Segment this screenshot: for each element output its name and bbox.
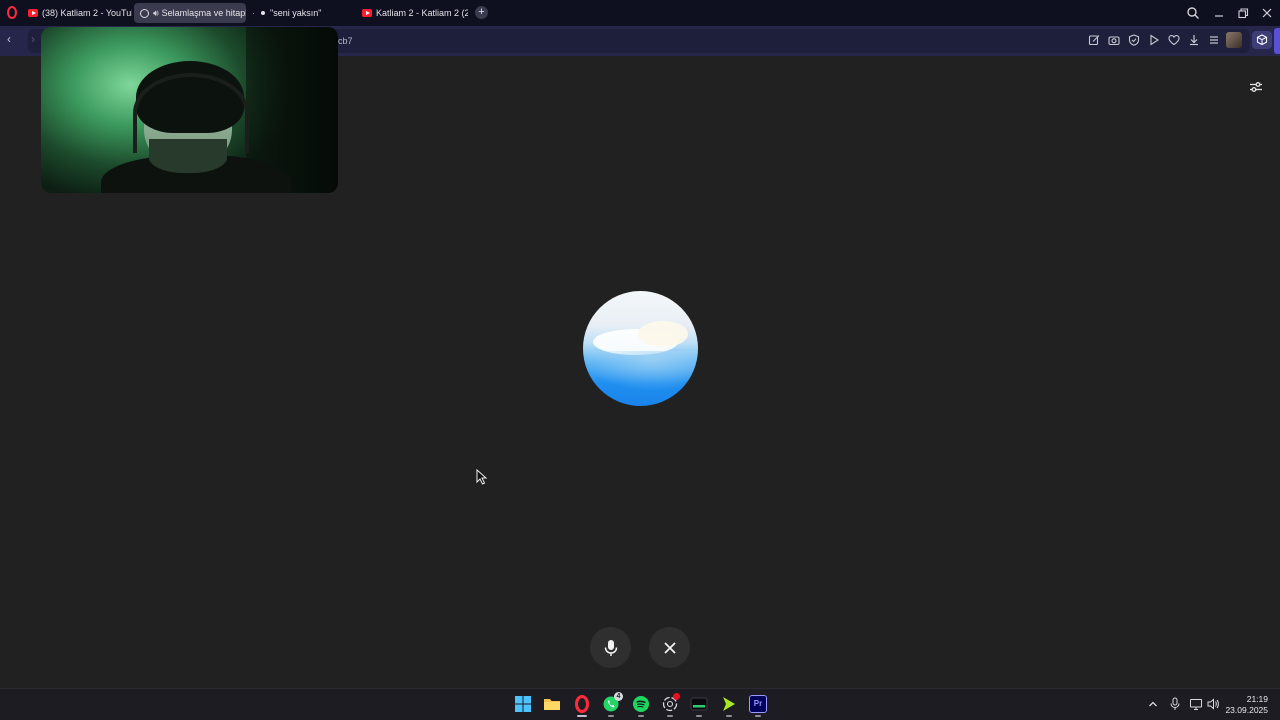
close-window-icon[interactable]	[1260, 6, 1274, 20]
tab-separator-icon: ·	[252, 8, 255, 18]
close-icon	[663, 641, 676, 654]
dot-icon	[261, 11, 265, 15]
extension-cube-icon[interactable]	[1252, 31, 1272, 49]
network-icon[interactable]	[1189, 697, 1203, 711]
file-explorer-icon[interactable]	[543, 695, 561, 713]
speaker-icon[interactable]: 🔊︎	[153, 8, 159, 19]
microphone-tray-icon[interactable]	[1169, 697, 1181, 711]
play-icon[interactable]	[1147, 33, 1161, 47]
notification-dot	[673, 693, 680, 700]
url-text[interactable]: cb7	[338, 36, 353, 46]
back-arrow-icon[interactable]: ‹	[7, 32, 11, 46]
opera-icon[interactable]	[573, 695, 591, 713]
tab-label: Katliam 2 - Katliam 2 (201	[376, 8, 468, 18]
sliders-settings-icon[interactable]	[1247, 78, 1265, 96]
terminal-indicator	[696, 715, 702, 717]
tab-chatgpt[interactable]: 🔊︎ Selamlaşma ve hitaplı	[134, 3, 246, 23]
search-icon[interactable]	[1186, 6, 1200, 20]
orb-haze	[583, 351, 698, 391]
forward-arrow-icon[interactable]: ›	[31, 32, 35, 46]
minimize-icon[interactable]	[1212, 6, 1226, 20]
tab-youtube-katliam-2[interactable]: Katliam 2 - Katliam 2 (201	[356, 3, 468, 23]
chevron-up-icon[interactable]	[1147, 698, 1159, 710]
sidebar-accent-strip	[1274, 28, 1280, 54]
profile-avatar[interactable]	[1226, 32, 1242, 48]
mute-microphone-button[interactable]	[590, 627, 631, 668]
webcam-overlay	[41, 27, 338, 193]
premiere-indicator	[755, 715, 761, 717]
tab-label: "seni yaksın"	[270, 8, 322, 18]
premiere-pro-icon[interactable]: Pr	[749, 695, 767, 713]
new-tab-button[interactable]: +	[475, 6, 488, 19]
menu-icon[interactable]	[1207, 33, 1221, 47]
spotify-indicator	[638, 715, 644, 717]
arrow-app-indicator	[726, 715, 732, 717]
shield-icon[interactable]	[1127, 33, 1141, 47]
opera-active-indicator	[577, 715, 587, 717]
tab-label: (38) Katliam 2 - YouTube	[42, 8, 132, 18]
mouse-cursor-icon	[476, 469, 488, 485]
youtube-icon	[28, 9, 38, 17]
microphone-icon	[604, 639, 617, 656]
camera-icon[interactable]	[1107, 33, 1121, 47]
taskbar-clock-time[interactable]: 21:19	[1228, 694, 1268, 704]
download-icon[interactable]	[1187, 33, 1201, 47]
taskbar-clock-date[interactable]: 23.09.2025	[1222, 705, 1268, 715]
terminal-icon[interactable]	[690, 695, 708, 713]
whatsapp-indicator	[608, 715, 614, 717]
chatgpt-indicator	[667, 715, 673, 717]
youtube-icon	[362, 9, 372, 17]
whatsapp-badge: 4	[614, 692, 623, 701]
heart-icon[interactable]	[1167, 33, 1181, 47]
edit-icon[interactable]	[1087, 33, 1101, 47]
tab-label: Selamlaşma ve hitaplı	[161, 8, 246, 18]
end-voice-button[interactable]	[649, 627, 690, 668]
tab-youtube-katliam[interactable]: (38) Katliam 2 - YouTube	[22, 3, 132, 23]
orb-cloud	[638, 321, 688, 347]
chatgpt-icon	[140, 8, 149, 18]
opera-logo-icon[interactable]	[7, 6, 17, 19]
headset-icon	[133, 73, 249, 153]
restore-icon[interactable]	[1236, 6, 1250, 20]
windows-start-icon[interactable]	[514, 695, 532, 713]
spotify-icon[interactable]	[632, 695, 650, 713]
arrow-app-icon[interactable]	[720, 695, 738, 713]
screen: (38) Katliam 2 - YouTube 🔊︎ Selamlaşma v…	[0, 0, 1280, 720]
voice-orb	[583, 291, 698, 406]
volume-icon[interactable]	[1206, 697, 1220, 711]
tab-seni-yaksin[interactable]: · "seni yaksın"	[246, 3, 356, 23]
